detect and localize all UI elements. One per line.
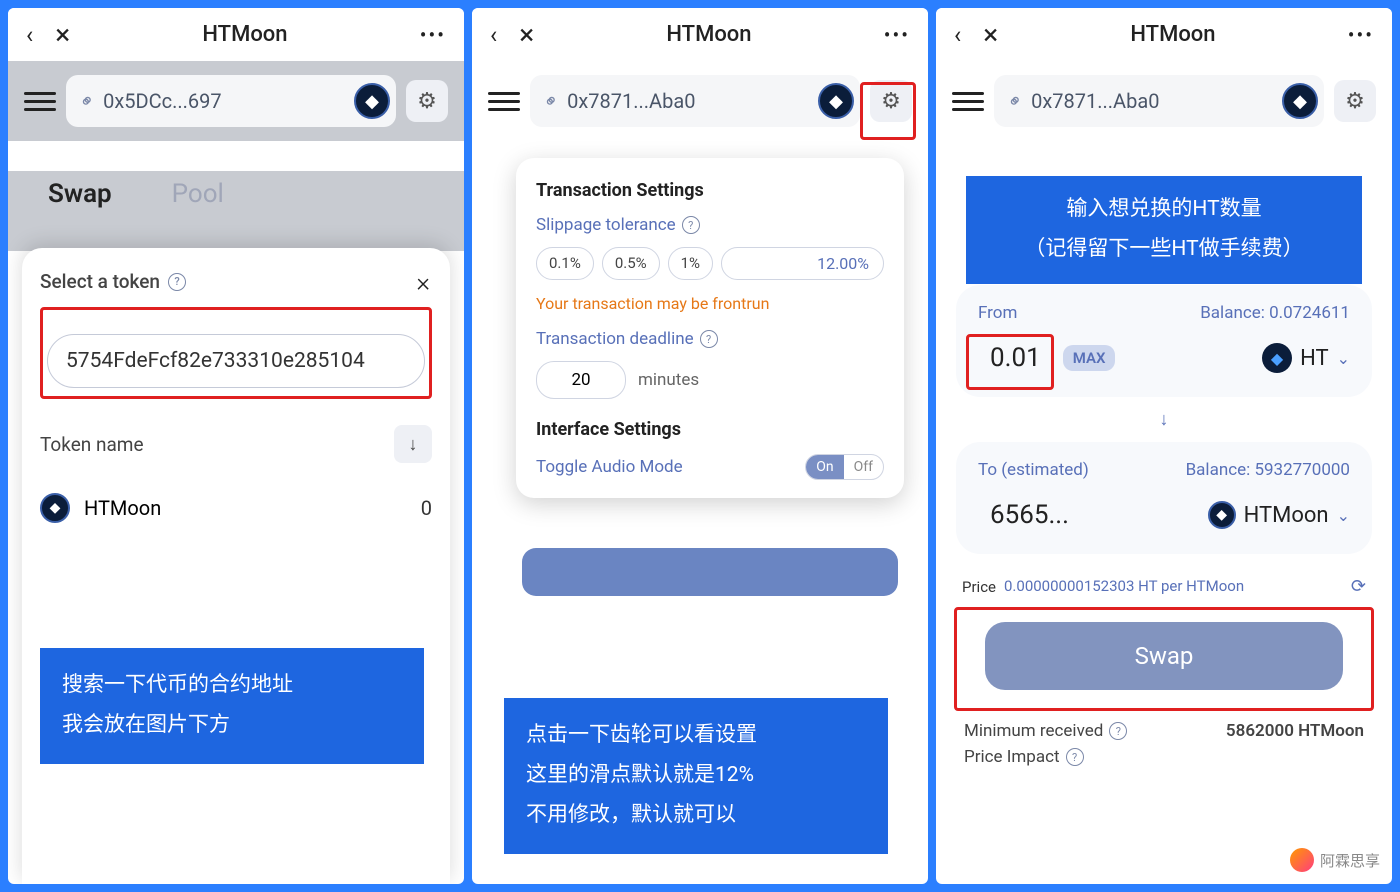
huobi-icon: ◆ xyxy=(354,83,390,119)
htmoon-icon: ◆ xyxy=(1208,501,1236,529)
close-icon[interactable]: × xyxy=(519,18,534,51)
chevron-down-icon: ⌄ xyxy=(1337,349,1350,368)
link-icon: ⚭ xyxy=(1003,88,1029,114)
token-balance: 0 xyxy=(421,496,432,520)
back-icon[interactable]: ‹ xyxy=(26,21,33,49)
interface-settings-heading: Interface Settings xyxy=(536,419,884,440)
more-icon[interactable]: ••• xyxy=(420,23,446,47)
from-label: From xyxy=(978,303,1017,323)
to-balance: Balance: 5932770000 xyxy=(1186,460,1350,480)
help-icon[interactable]: ? xyxy=(700,330,718,348)
token-list-item[interactable]: ◆ HTMoon 0 xyxy=(40,493,432,523)
tab-swap[interactable]: Swap xyxy=(48,171,112,217)
refresh-icon[interactable]: ⟳ xyxy=(1351,576,1366,597)
settings-icon[interactable]: ⚙ xyxy=(1334,80,1376,122)
price-value: 0.00000000152303 HT per HTMoon xyxy=(1004,576,1244,597)
menu-icon[interactable] xyxy=(488,92,520,111)
modal-title: Select a token ? xyxy=(40,270,432,293)
swap-button[interactable]: Swap xyxy=(985,622,1343,690)
slippage-custom-input[interactable]: 12.00% xyxy=(721,247,884,280)
link-icon: ⚭ xyxy=(539,88,565,114)
menu-icon[interactable] xyxy=(952,92,984,111)
audio-mode-label: Toggle Audio Mode xyxy=(536,457,683,477)
page-title: HTMoon xyxy=(998,22,1348,47)
address-text: 0x5DCc...697 xyxy=(103,89,346,113)
watermark: 阿霖思享 xyxy=(1290,848,1380,872)
link-icon: ⚭ xyxy=(75,88,101,114)
more-icon[interactable]: ••• xyxy=(1348,23,1374,47)
ht-icon: ◆ xyxy=(1262,343,1292,373)
min-received-value: 5862000 HTMoon xyxy=(1226,721,1364,741)
audio-toggle[interactable]: On Off xyxy=(805,454,884,480)
deadline-label: Transaction deadline? xyxy=(536,329,884,349)
huobi-icon: ◆ xyxy=(818,83,854,119)
highlight-swap: Swap xyxy=(954,607,1374,711)
min-received-label: Minimum received xyxy=(964,721,1103,741)
help-icon[interactable]: ? xyxy=(682,216,700,234)
back-icon[interactable]: ‹ xyxy=(490,21,497,49)
token-icon: ◆ xyxy=(40,493,70,523)
annotation: 搜索一下代币的合约地址 我会放在图片下方 xyxy=(40,648,424,764)
annotation: 点击一下齿轮可以看设置 这里的滑点默认就是12% 不用修改，默认就可以 xyxy=(504,698,888,854)
slippage-label: Slippage tolerance? xyxy=(536,215,884,235)
address-pill[interactable]: ⚭ 0x7871...Aba0 ◆ xyxy=(530,75,860,127)
help-icon[interactable]: ? xyxy=(1066,748,1084,766)
token-name-header: Token name xyxy=(40,433,144,456)
select-token-modal: Select a token ? × 5754FdeFcf82e733310e2… xyxy=(22,248,450,884)
settings-icon[interactable]: ⚙ xyxy=(406,80,448,122)
settings-popover: Transaction Settings Slippage tolerance?… xyxy=(516,158,904,498)
huobi-icon: ◆ xyxy=(1282,83,1318,119)
tx-settings-heading: Transaction Settings xyxy=(536,180,884,201)
max-button[interactable]: MAX xyxy=(1063,345,1116,371)
annotation: 输入想兑换的HT数量 （记得留下一些HT做手续费） xyxy=(966,176,1362,284)
help-icon[interactable]: ? xyxy=(1109,722,1127,740)
back-icon[interactable]: ‹ xyxy=(954,21,961,49)
to-card: To (estimated) Balance: 5932770000 6565.… xyxy=(956,442,1372,554)
token-symbol: HTMoon xyxy=(84,496,161,520)
help-icon[interactable]: ? xyxy=(168,273,186,291)
tab-pool[interactable]: Pool xyxy=(172,171,224,217)
from-balance: Balance: 0.0724611 xyxy=(1200,303,1350,323)
to-token-select[interactable]: ◆ HTMoon ⌄ xyxy=(1208,501,1350,529)
swap-direction-icon[interactable]: ↓ xyxy=(936,409,1392,430)
address-pill[interactable]: ⚭ 0x5DCc...697 ◆ xyxy=(66,75,396,127)
highlight-gear xyxy=(860,82,916,140)
sort-icon[interactable]: ↓ xyxy=(394,425,432,463)
highlight-search: 5754FdeFcf82e733310e285104 xyxy=(40,307,432,399)
modal-close-icon[interactable]: × xyxy=(416,268,430,298)
slippage-option[interactable]: 0.1% xyxy=(536,247,594,280)
to-label: To (estimated) xyxy=(978,460,1089,480)
token-search-input[interactable]: 5754FdeFcf82e733310e285104 xyxy=(47,334,425,388)
price-impact-label: Price Impact xyxy=(964,747,1060,767)
from-token-select[interactable]: ◆ HT ⌄ xyxy=(1262,343,1350,373)
to-amount: 6565... xyxy=(978,494,1081,536)
highlight-amount xyxy=(966,334,1054,390)
deadline-unit: minutes xyxy=(638,370,699,390)
deadline-input[interactable]: 20 xyxy=(536,361,626,399)
close-icon[interactable]: × xyxy=(55,18,70,51)
page-title: HTMoon xyxy=(70,22,420,47)
frontrun-warning: Your transaction may be frontrun xyxy=(536,294,884,313)
address-pill[interactable]: ⚭ 0x7871...Aba0 ◆ xyxy=(994,75,1324,127)
more-icon[interactable]: ••• xyxy=(884,23,910,47)
price-label: Price xyxy=(962,578,996,596)
page-title: HTMoon xyxy=(534,22,884,47)
slippage-option[interactable]: 1% xyxy=(668,247,713,280)
chevron-down-icon: ⌄ xyxy=(1337,506,1350,525)
slippage-option[interactable]: 0.5% xyxy=(602,247,660,280)
close-icon[interactable]: × xyxy=(983,18,998,51)
hidden-swap-button xyxy=(522,548,898,596)
weibo-icon xyxy=(1290,848,1314,872)
address-text: 0x7871...Aba0 xyxy=(567,89,810,113)
address-text: 0x7871...Aba0 xyxy=(1031,89,1274,113)
menu-icon[interactable] xyxy=(24,92,56,111)
